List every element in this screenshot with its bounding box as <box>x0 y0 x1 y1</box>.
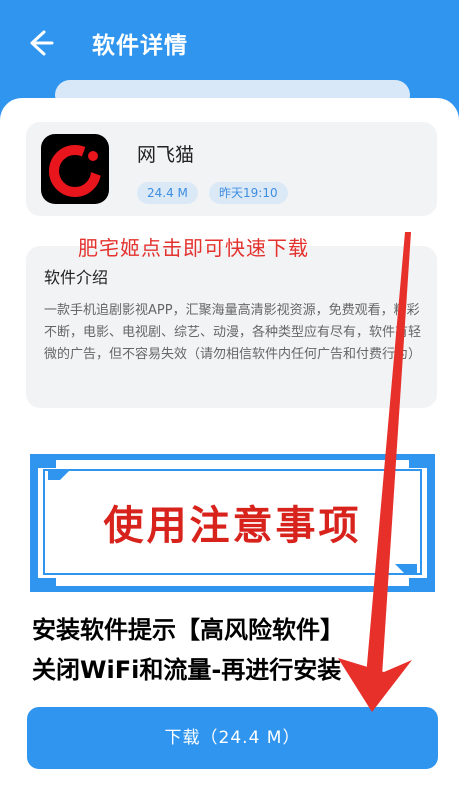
banner-title: 使用注意事项 <box>103 503 362 549</box>
back-arrow-icon[interactable] <box>22 26 56 60</box>
app-logo-icon <box>41 134 109 204</box>
app-time-badge: 昨天19:10 <box>209 182 288 204</box>
notice-line-1: 安装软件提示【高风险软件】 <box>32 616 344 644</box>
notice-banner: 使用注意事项 <box>30 448 435 598</box>
app-name: 网飞猫 <box>137 144 195 166</box>
intro-card: 软件介绍 一款手机追剧影视APP，汇聚海量高清影视资源，免费观看，精彩不断，电影… <box>26 246 437 408</box>
download-button[interactable]: 下载（24.4 M） <box>27 707 438 769</box>
app-size-badge: 24.4 M <box>137 182 198 204</box>
notice-line-2: 关闭WiFi和流量-再进行安装 <box>32 656 342 684</box>
page-title: 软件详情 <box>92 33 188 59</box>
app-info-card: 网飞猫 24.4 M 昨天19:10 <box>26 122 437 216</box>
header-bar: 软件详情 <box>0 0 459 110</box>
intro-title: 软件介绍 <box>44 268 109 287</box>
intro-body: 一款手机追剧影视APP，汇聚海量高清影视资源，免费观看，精彩不断，电影、电视剧、… <box>44 303 422 362</box>
overlay-caption: 肥宅姬点击即可快速下载 <box>78 236 309 260</box>
